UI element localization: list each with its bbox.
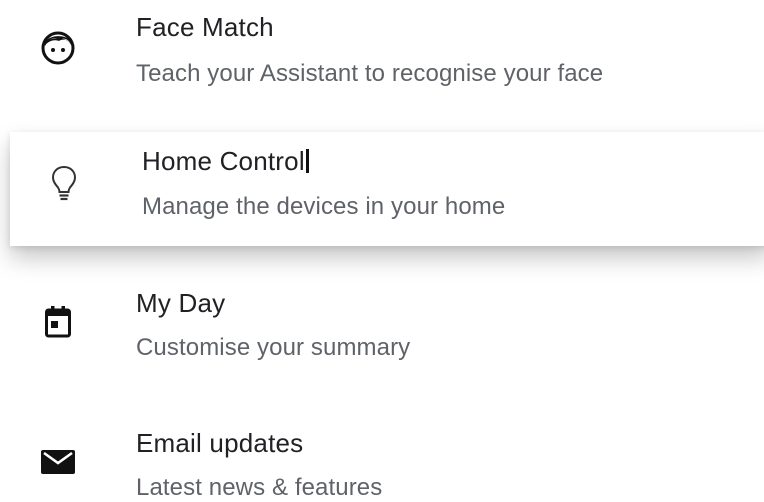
item-title: Home Control <box>142 146 309 177</box>
item-subtitle: Teach your Assistant to recognise your f… <box>136 60 604 87</box>
list-item-my-day[interactable]: My Day Customise your summary <box>0 278 764 378</box>
item-subtitle: Customise your summary <box>136 334 411 361</box>
item-subtitle: Manage the devices in your home <box>142 193 506 220</box>
item-title: Face Match <box>136 12 274 42</box>
item-title: My Day <box>136 288 226 318</box>
item-subtitle: Latest news & features <box>136 474 383 501</box>
list-item-email-updates[interactable]: Email updates Latest news & features <box>0 418 764 502</box>
calendar-icon <box>38 302 78 342</box>
item-title: Email updates <box>136 428 304 458</box>
mail-icon <box>38 442 78 482</box>
lightbulb-icon <box>44 164 84 204</box>
text-cursor <box>305 149 309 173</box>
list-item-face-match[interactable]: Face Match Teach your Assistant to recog… <box>0 0 764 120</box>
list-item-home-control[interactable]: Home Control Manage the devices in your … <box>10 132 764 246</box>
face-icon <box>38 28 78 68</box>
settings-list: Face Match Teach your Assistant to recog… <box>0 0 764 502</box>
